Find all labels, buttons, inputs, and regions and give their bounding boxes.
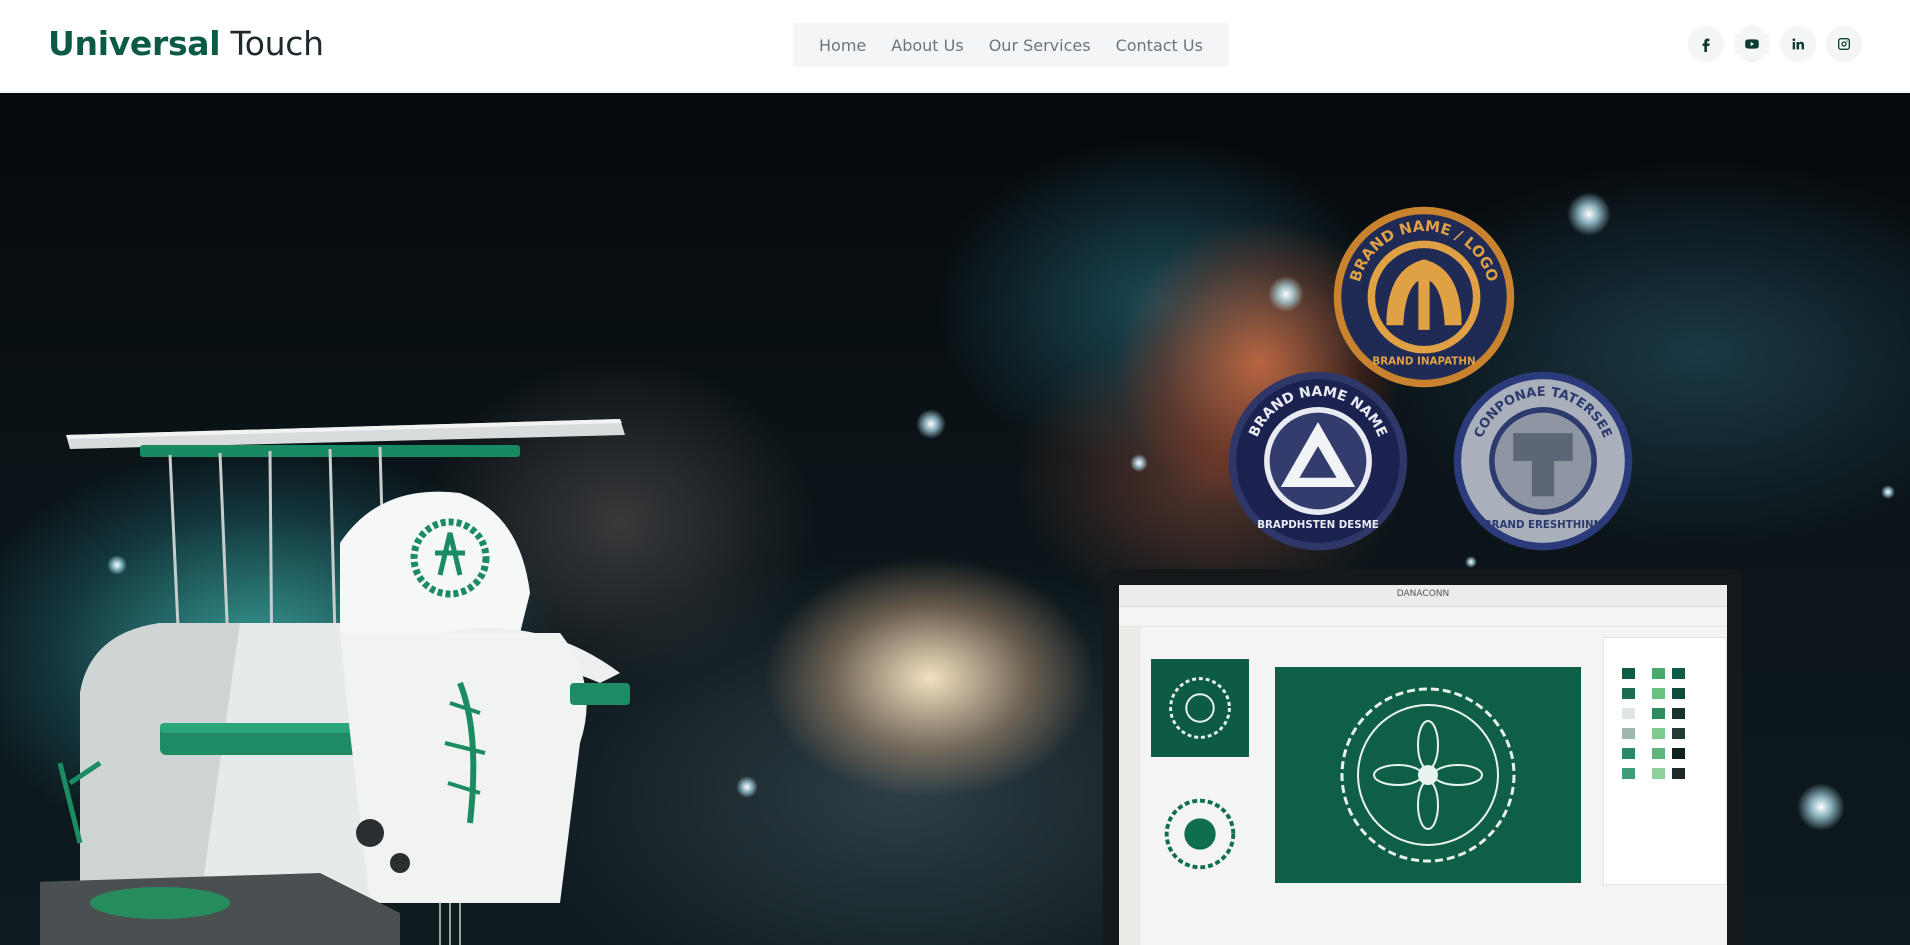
nav-contact-us[interactable]: Contact Us <box>1116 36 1203 55</box>
software-toolbar <box>1119 607 1727 627</box>
color-swatch[interactable] <box>1622 728 1635 739</box>
hero-banner: BRAND NAME / LOGO BRAND INAPATHN BRAND N… <box>0 93 1910 945</box>
logo-brand-strong: Universal <box>48 24 221 63</box>
star-sparkle <box>1465 556 1477 568</box>
design-canvas <box>1275 667 1581 883</box>
color-swatch[interactable] <box>1652 748 1665 759</box>
brand-patch-right: CONPONAE TATERSEE BRAND ERESHTHINN <box>1453 371 1633 551</box>
color-swatch[interactable] <box>1622 748 1635 759</box>
star-sparkle <box>1268 276 1304 312</box>
star-sparkle <box>1797 783 1845 831</box>
instagram-link[interactable] <box>1826 26 1862 62</box>
software-title: DANACONN <box>1396 589 1450 599</box>
patch-top-bottom-text: BRAND INAPATHN <box>1372 356 1475 368</box>
laptop-screen: DANACONN <box>1119 585 1727 945</box>
star-sparkle <box>736 776 758 798</box>
logo-brand-light: Touch <box>230 24 325 63</box>
color-swatch[interactable] <box>1672 668 1685 679</box>
color-swatch[interactable] <box>1652 668 1665 679</box>
design-thumbnail <box>1151 785 1249 883</box>
color-swatch[interactable] <box>1622 708 1635 719</box>
linkedin-link[interactable] <box>1780 26 1816 62</box>
patch-right-bottom-text: BRAND ERESHTHINN <box>1484 520 1602 531</box>
brand-patch-left: BRAND NAME NAME BRAPDHSTEN DESME <box>1228 371 1408 551</box>
color-swatch[interactable] <box>1622 688 1635 699</box>
color-swatch[interactable] <box>1652 728 1665 739</box>
social-links <box>1688 26 1862 62</box>
site-logo[interactable]: Universal Touch <box>48 22 324 66</box>
patch-left-bottom-text: BRAPDHSTEN DESME <box>1257 520 1379 531</box>
nav-about-us[interactable]: About Us <box>891 36 963 55</box>
youtube-link[interactable] <box>1734 26 1770 62</box>
linkedin-icon <box>1792 38 1804 50</box>
color-swatch[interactable] <box>1652 708 1665 719</box>
color-swatch[interactable] <box>1672 688 1685 699</box>
youtube-icon <box>1745 39 1759 49</box>
embroidery-machine-image <box>40 419 630 945</box>
software-left-rail <box>1119 627 1141 945</box>
color-swatch[interactable] <box>1622 768 1635 779</box>
design-thumbnail <box>1151 659 1249 757</box>
laptop-design-software-image: DANACONN <box>1103 569 1743 945</box>
main-navigation: Home About Us Our Services Contact Us <box>793 23 1229 67</box>
facebook-icon <box>1702 38 1710 52</box>
color-swatch[interactable] <box>1672 768 1685 779</box>
software-title-bar: DANACONN <box>1119 585 1727 607</box>
star-sparkle <box>916 409 946 439</box>
star-sparkle <box>1130 454 1148 472</box>
instagram-icon <box>1838 38 1850 50</box>
color-swatch[interactable] <box>1652 688 1665 699</box>
brand-patch-top: BRAND NAME / LOGO BRAND INAPATHN <box>1333 206 1515 388</box>
facebook-link[interactable] <box>1688 26 1724 62</box>
color-swatch[interactable] <box>1672 728 1685 739</box>
color-swatch[interactable] <box>1652 768 1665 779</box>
color-swatch[interactable] <box>1672 748 1685 759</box>
color-palette-panel <box>1603 637 1727 885</box>
site-header: Universal Touch Home About Us Our Servic… <box>0 0 1910 92</box>
nav-our-services[interactable]: Our Services <box>989 36 1091 55</box>
color-swatch[interactable] <box>1672 708 1685 719</box>
star-sparkle <box>1881 485 1895 499</box>
color-swatch[interactable] <box>1622 668 1635 679</box>
star-sparkle <box>1567 192 1611 236</box>
nav-home[interactable]: Home <box>819 36 866 55</box>
